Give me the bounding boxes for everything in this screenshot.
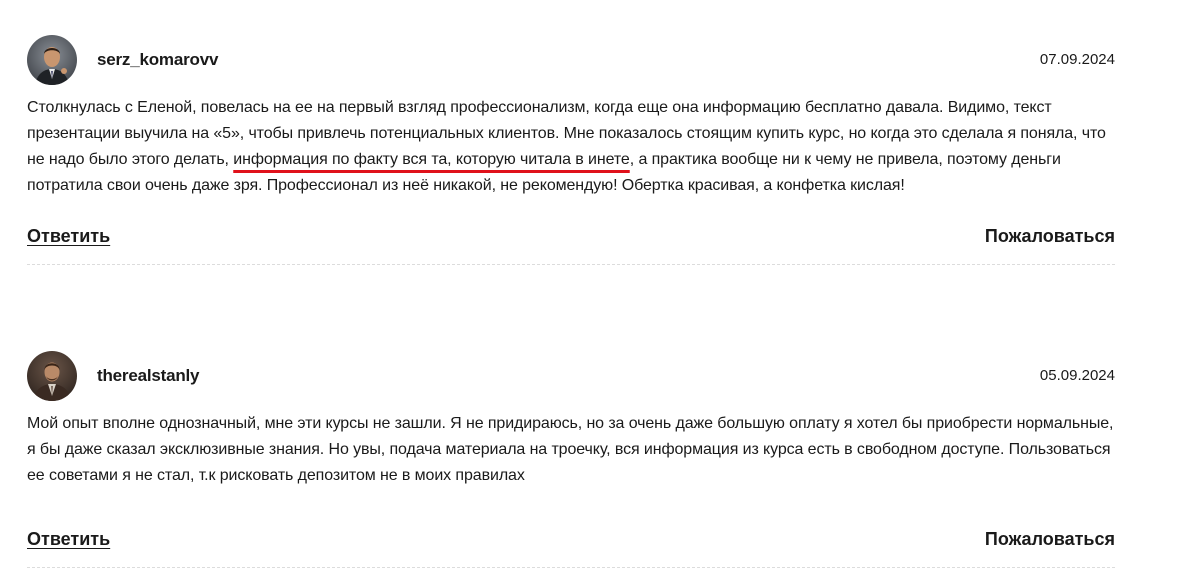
comment-date: 07.09.2024 <box>1039 51 1115 68</box>
username[interactable]: serz_komarovv <box>97 50 218 70</box>
highlighted-text: информация по факту вся та, которую чита… <box>233 151 630 168</box>
divider <box>27 567 1115 568</box>
reply-link[interactable]: Ответить <box>27 529 110 550</box>
report-link[interactable]: Пожаловаться <box>985 529 1115 550</box>
report-link[interactable]: Пожаловаться <box>985 226 1115 247</box>
comment-actions: Ответить Пожаловаться <box>27 224 1115 254</box>
comment-actions: Ответить Пожаловаться <box>27 527 1115 557</box>
divider <box>27 264 1115 265</box>
avatar[interactable] <box>27 35 77 85</box>
comment-header: serz_komarovv 07.09.2024 <box>27 35 1115 85</box>
reply-link[interactable]: Ответить <box>27 226 110 247</box>
comment-text: Мой опыт вполне однозначный, мне эти кур… <box>27 415 1114 484</box>
comment: serz_komarovv 07.09.2024 Столкнулась с Е… <box>27 35 1115 265</box>
comment-header: therealstanly 05.09.2024 <box>27 351 1115 401</box>
avatar[interactable] <box>27 351 77 401</box>
comment-date: 05.09.2024 <box>1039 367 1115 384</box>
comment-text: Столкнулась с Еленой, повелась на ее на … <box>27 95 1115 199</box>
username[interactable]: therealstanly <box>97 366 199 386</box>
comment: therealstanly 05.09.2024 Мой опыт вполне… <box>27 351 1115 568</box>
